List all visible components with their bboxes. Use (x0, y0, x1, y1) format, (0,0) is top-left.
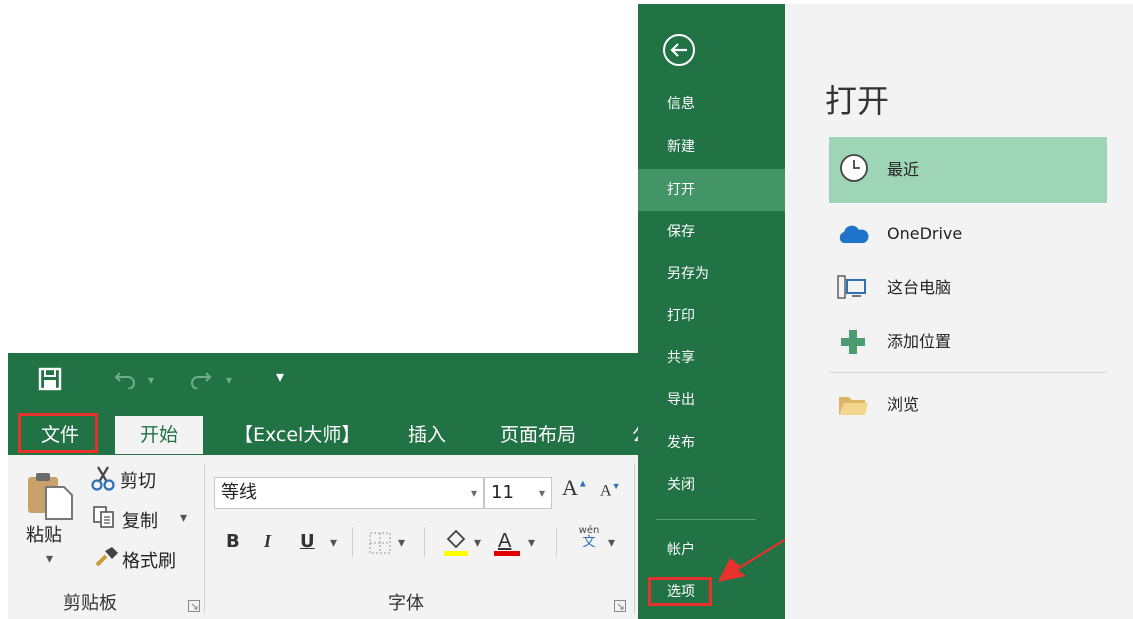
ribbon-home-panel: 粘贴 ▾ 剪切 复制 ▾ 格式刷 剪贴板 等线 ▾ 11 ▾ A▲ A▼ B I… (8, 455, 640, 619)
location-this-pc[interactable]: 这台电脑 (829, 261, 1107, 315)
cloud-icon (837, 225, 869, 249)
undo-icon[interactable] (114, 369, 138, 393)
clock-icon (839, 153, 869, 187)
font-group-label: 字体 (388, 593, 424, 614)
recent-underline (829, 203, 1107, 204)
font-launcher-icon[interactable] (614, 597, 626, 616)
menu-print[interactable]: 打印 (638, 295, 785, 337)
phonetic-dropdown-icon[interactable]: ▾ (608, 535, 615, 551)
location-label: OneDrive (887, 224, 963, 243)
decrease-font-size-icon[interactable]: A▼ (600, 481, 620, 500)
menu-save[interactable]: 保存 (638, 211, 785, 253)
save-icon[interactable] (38, 367, 62, 395)
paste-label[interactable]: 粘贴 (26, 521, 62, 547)
svg-text:A: A (498, 530, 512, 552)
open-panel: 打开 最近 OneDrive 这台电脑 添加位置 浏览 (785, 4, 1133, 619)
divider (556, 527, 557, 557)
location-label: 这台电脑 (887, 278, 952, 297)
copy-label[interactable]: 复制 (122, 507, 158, 533)
divider (424, 527, 425, 557)
page-title: 打开 (825, 82, 890, 120)
menu-save-as[interactable]: 另存为 (638, 253, 785, 295)
copy-dropdown-icon[interactable]: ▾ (180, 510, 187, 526)
font-name-combo[interactable]: 等线 ▾ (214, 477, 484, 509)
font-size-value: 11 (491, 482, 514, 503)
quick-access-toolbar: ▾ ▾ ▾ (8, 353, 640, 408)
location-browse[interactable]: 浏览 (829, 378, 1107, 432)
group-divider (634, 463, 635, 613)
tab-page-layout[interactable]: 页面布局 (500, 416, 576, 454)
location-add-place[interactable]: 添加位置 (829, 315, 1107, 369)
increase-font-size-icon[interactable]: A▲ (562, 475, 588, 501)
borders-dropdown-icon[interactable]: ▾ (398, 535, 405, 551)
folder-icon (837, 393, 869, 421)
paste-dropdown-icon[interactable]: ▾ (46, 551, 53, 567)
back-arrow-icon[interactable] (662, 33, 696, 71)
ribbon-tabs: 文件 开始 【Excel大师】 插入 页面布局 公 (8, 408, 640, 455)
paste-icon[interactable] (24, 469, 76, 525)
bold-button[interactable]: B (226, 531, 240, 552)
underline-button[interactable]: U (300, 531, 315, 552)
customize-qat-icon[interactable]: ▾ (276, 367, 284, 386)
redo-icon[interactable] (188, 369, 212, 393)
computer-icon (837, 274, 867, 306)
phonetic-guide-icon[interactable]: wén 文 (576, 525, 602, 549)
phonetic-bottom-text: 文 (582, 535, 596, 550)
location-label: 最近 (887, 160, 920, 179)
underline-dropdown-icon[interactable]: ▾ (330, 535, 337, 551)
menu-publish[interactable]: 发布 (638, 422, 785, 464)
location-label: 添加位置 (887, 332, 952, 351)
location-label: 浏览 (887, 395, 920, 414)
cut-label[interactable]: 剪切 (120, 467, 156, 493)
fill-color-dropdown-icon[interactable]: ▾ (474, 535, 481, 551)
locations-divider (829, 372, 1107, 373)
menu-export[interactable]: 导出 (638, 379, 785, 421)
font-color-dropdown-icon[interactable]: ▾ (528, 535, 535, 551)
format-painter-label[interactable]: 格式刷 (122, 547, 176, 573)
fill-color-icon[interactable] (442, 527, 470, 561)
font-name-dropdown-icon[interactable]: ▾ (471, 478, 477, 508)
plus-icon (839, 328, 867, 360)
copy-icon[interactable] (92, 505, 116, 533)
menu-info[interactable]: 信息 (638, 83, 785, 125)
divider (352, 527, 353, 557)
font-color-icon[interactable]: A (492, 527, 522, 561)
menu-open[interactable]: 打开 (638, 169, 785, 211)
location-onedrive[interactable]: OneDrive (829, 207, 1107, 261)
cut-icon[interactable] (90, 465, 116, 495)
tab-insert[interactable]: 插入 (408, 416, 446, 454)
file-tab-highlight-box (18, 413, 98, 453)
font-size-combo[interactable]: 11 ▾ (484, 477, 552, 509)
menu-new[interactable]: 新建 (638, 126, 785, 168)
menu-close[interactable]: 关闭 (638, 464, 785, 506)
redo-dropdown-icon[interactable]: ▾ (226, 373, 232, 387)
font-name-value: 等线 (221, 482, 257, 503)
undo-dropdown-icon[interactable]: ▾ (148, 373, 154, 387)
tab-home[interactable]: 开始 (115, 416, 203, 454)
borders-icon[interactable] (368, 531, 392, 559)
location-recent[interactable]: 最近 (829, 137, 1107, 203)
menu-share[interactable]: 共享 (638, 337, 785, 379)
tab-excel-master[interactable]: 【Excel大师】 (234, 416, 360, 454)
italic-button[interactable]: I (264, 531, 271, 552)
clipboard-launcher-icon[interactable] (188, 597, 200, 616)
excel-ribbon: ▾ ▾ ▾ 文件 开始 【Excel大师】 插入 页面布局 公 粘贴 ▾ 剪切 … (8, 353, 640, 619)
group-divider (204, 463, 205, 613)
format-painter-icon[interactable] (94, 545, 120, 573)
clipboard-group-label: 剪贴板 (63, 593, 117, 614)
font-size-dropdown-icon[interactable]: ▾ (539, 478, 545, 508)
